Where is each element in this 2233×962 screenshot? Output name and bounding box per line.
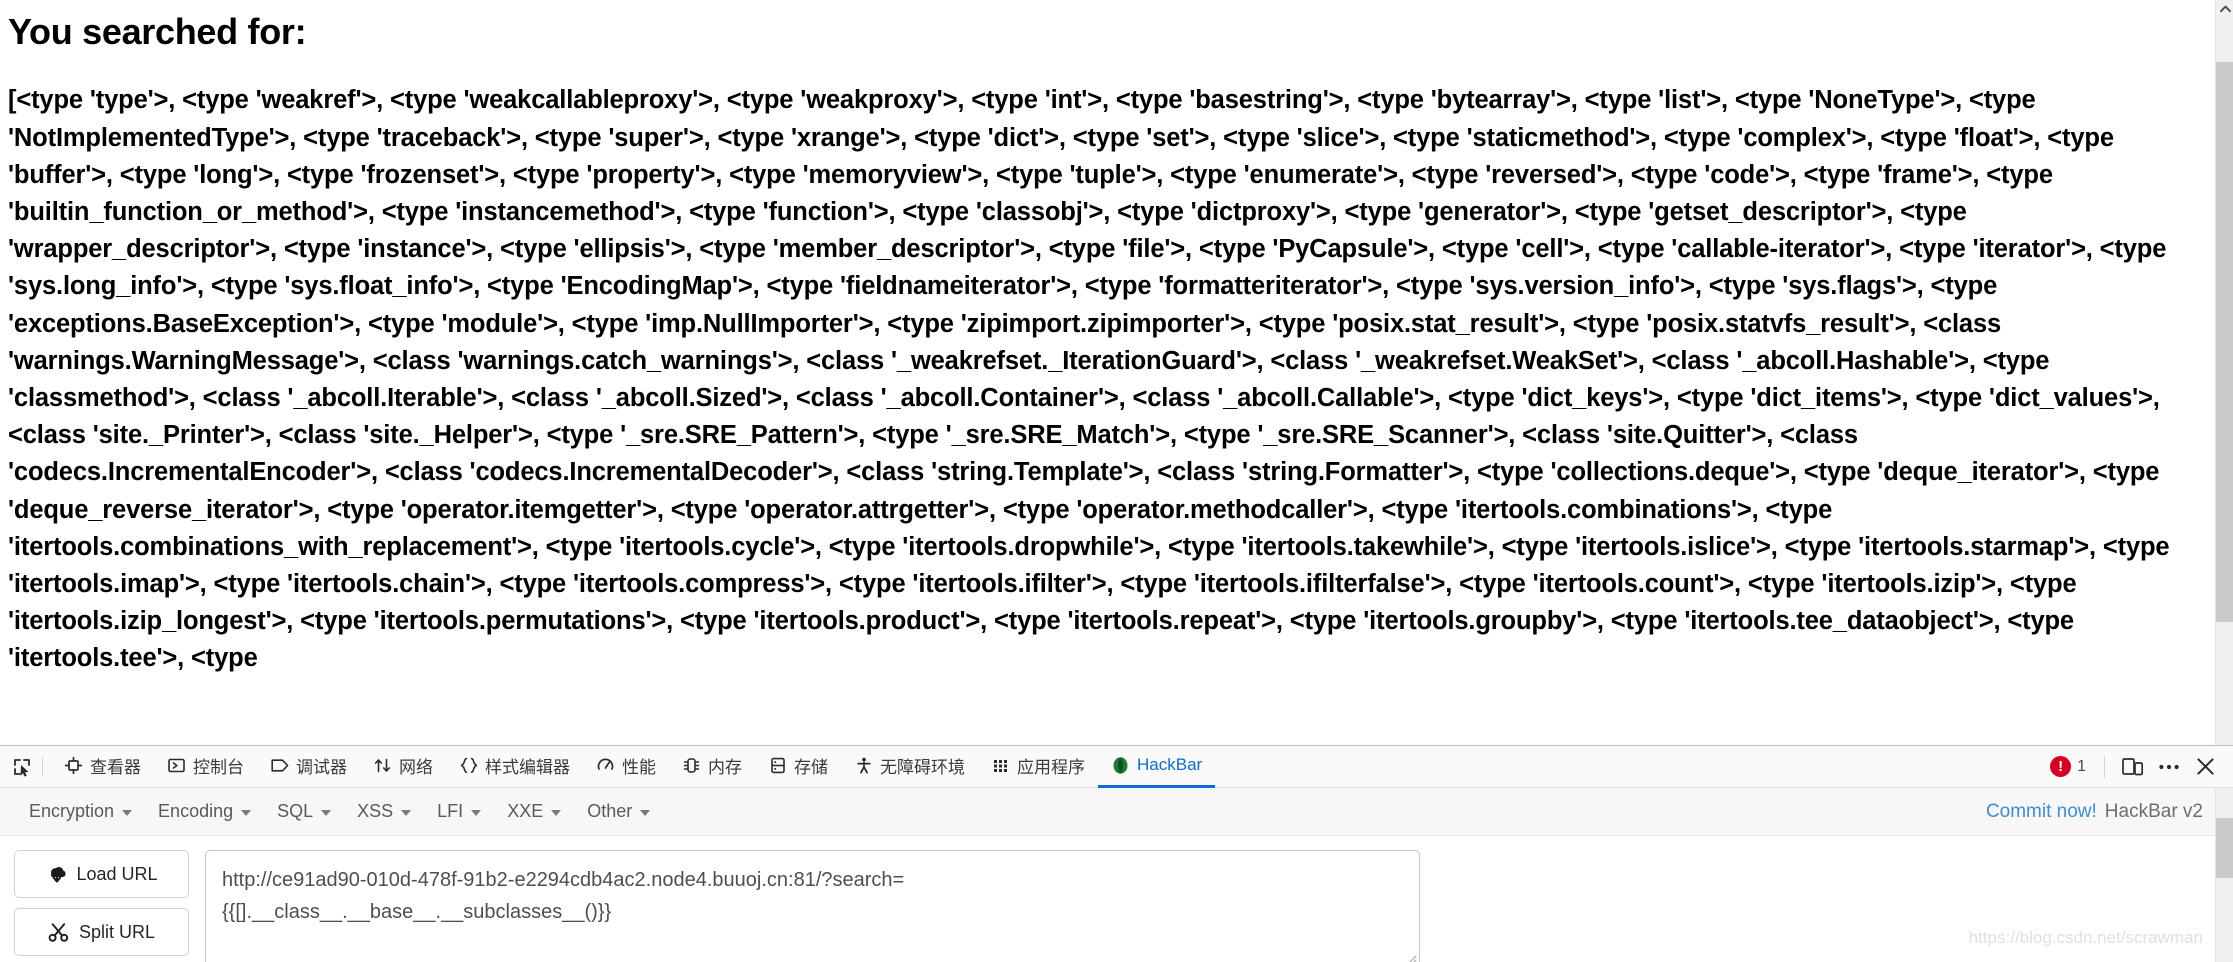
toolbar-divider <box>42 756 43 777</box>
tab-storage[interactable]: 存储 <box>755 746 841 788</box>
page-scrollbar[interactable] <box>2215 0 2233 745</box>
hackbar-icon <box>1111 756 1130 775</box>
memory-icon <box>682 756 701 775</box>
page-viewport: You searched for: [<type 'type'>, <type … <box>0 0 2215 745</box>
tab-label: 内存 <box>708 757 742 777</box>
tab-console[interactable]: 控制台 <box>154 746 257 788</box>
tab-application[interactable]: 应用程序 <box>978 746 1098 788</box>
error-count-label: 1 <box>2077 757 2086 775</box>
button-label: Split URL <box>78 921 156 942</box>
chevron-down-icon <box>321 809 332 816</box>
tab-label: 调试器 <box>296 757 347 777</box>
inspector-icon <box>64 756 83 775</box>
menu-lfi[interactable]: LFI <box>424 796 494 827</box>
page-scrollbar-thumb[interactable] <box>2216 62 2233 622</box>
more-options-icon[interactable] <box>2151 751 2187 783</box>
tab-style-editor[interactable]: 样式编辑器 <box>446 746 583 788</box>
menu-encoding[interactable]: Encoding <box>145 796 264 827</box>
chevron-down-icon <box>471 809 482 816</box>
responsive-design-mode-icon[interactable] <box>2115 751 2151 783</box>
tab-debugger[interactable]: 调试器 <box>257 746 360 788</box>
hackbar-menubar: Encryption Encoding SQL XSS LFI XXE Othe… <box>0 788 2233 836</box>
hackbar-menubar-right: Commit now! HackBar v2 <box>1986 801 2217 823</box>
menu-label: SQL <box>277 801 314 821</box>
tab-label: 网络 <box>399 757 433 777</box>
chevron-down-icon <box>401 809 412 816</box>
element-picker-icon[interactable] <box>6 752 38 782</box>
accessibility-icon <box>854 756 873 775</box>
tab-label: 样式编辑器 <box>485 757 570 777</box>
menu-label: Encryption <box>29 801 115 821</box>
close-devtools-icon[interactable] <box>2187 751 2223 783</box>
split-url-button[interactable]: Split URL <box>14 908 189 956</box>
tab-label: 应用程序 <box>1017 757 1085 777</box>
url-input[interactable]: http://ce91ad90-010d-478f-91b2-e2294cdb4… <box>205 850 1420 962</box>
application-icon <box>991 756 1010 775</box>
hackbar-action-buttons: Load URL Split URL <box>14 850 189 962</box>
menu-sql[interactable]: SQL <box>264 796 344 827</box>
network-icon <box>373 756 392 775</box>
menu-label: Encoding <box>158 801 234 821</box>
menu-xss[interactable]: XSS <box>344 796 424 827</box>
devtools-toolbar: 查看器 控制台 调试器 网络 样式编辑器 性能 内存 存储 无障碍环境 应用程序… <box>0 746 2233 788</box>
menu-label: LFI <box>437 801 464 821</box>
page-content: You searched for: [<type 'type'>, <type … <box>0 11 2215 678</box>
button-label: Load URL <box>76 863 158 884</box>
storage-icon <box>768 756 787 775</box>
tab-hackbar[interactable]: HackBar <box>1098 746 1216 788</box>
hackbar-scrollbar[interactable] <box>2215 788 2233 962</box>
watermark: https://blog.csdn.net/scrawman <box>1968 928 2203 947</box>
chevron-down-icon <box>241 809 252 816</box>
url-input-value: http://ce91ad90-010d-478f-91b2-e2294cdb4… <box>222 869 905 923</box>
hackbar-version-label: HackBar v2 <box>2104 800 2203 822</box>
menu-encryption[interactable]: Encryption <box>16 796 145 827</box>
menu-label: XXE <box>507 801 544 821</box>
toolbar-divider <box>2104 755 2105 778</box>
hackbar-scrollbar-thumb[interactable] <box>2216 818 2233 878</box>
debugger-icon <box>270 756 289 775</box>
hackbar-panel: Encryption Encoding SQL XSS LFI XXE Othe… <box>0 788 2233 962</box>
tab-label: 性能 <box>622 757 656 777</box>
devtools-tab-list: 查看器 控制台 调试器 网络 样式编辑器 性能 内存 存储 无障碍环境 应用程序… <box>51 746 2032 788</box>
tab-label: HackBar <box>1137 755 1203 774</box>
tab-label: 存储 <box>794 757 828 777</box>
error-count-button[interactable]: ! 1 <box>2042 756 2094 777</box>
tab-network[interactable]: 网络 <box>360 746 446 788</box>
resize-handle-icon[interactable] <box>1403 951 1417 962</box>
menu-label: Other <box>587 801 633 821</box>
performance-icon <box>596 756 615 775</box>
browser-window: You searched for: [<type 'type'>, <type … <box>0 0 2233 962</box>
menu-xxe[interactable]: XXE <box>494 796 574 827</box>
tab-performance[interactable]: 性能 <box>583 746 669 788</box>
tab-inspector[interactable]: 查看器 <box>51 746 154 788</box>
load-url-icon <box>45 863 67 885</box>
chevron-down-icon <box>640 809 651 816</box>
scroll-up-arrow-icon[interactable] <box>2216 0 2233 18</box>
tab-label: 无障碍环境 <box>880 757 965 777</box>
tab-accessibility[interactable]: 无障碍环境 <box>841 746 978 788</box>
page-title: You searched for: <box>8 11 307 52</box>
tab-memory[interactable]: 内存 <box>669 746 755 788</box>
chevron-down-icon <box>122 809 133 816</box>
devtools-panel: 查看器 控制台 调试器 网络 样式编辑器 性能 内存 存储 无障碍环境 应用程序… <box>0 745 2233 962</box>
tab-label: 控制台 <box>193 757 244 777</box>
split-url-icon <box>48 921 70 943</box>
hackbar-body: Load URL Split URL http://ce91ad90-010d-… <box>0 836 2233 962</box>
tab-label: 查看器 <box>90 757 141 777</box>
chevron-down-icon <box>551 809 562 816</box>
menu-label: XSS <box>357 801 394 821</box>
menu-other[interactable]: Other <box>574 796 663 827</box>
console-icon <box>167 756 186 775</box>
style-editor-icon <box>459 756 478 775</box>
commit-now-link[interactable]: Commit now! <box>1986 801 2097 823</box>
devtools-toolbar-right: ! 1 <box>2032 751 2223 783</box>
error-icon: ! <box>2050 756 2072 777</box>
load-url-button[interactable]: Load URL <box>14 850 189 898</box>
subclasses-output: [<type 'type'>, <type 'weakref'>, <type … <box>8 86 2170 673</box>
